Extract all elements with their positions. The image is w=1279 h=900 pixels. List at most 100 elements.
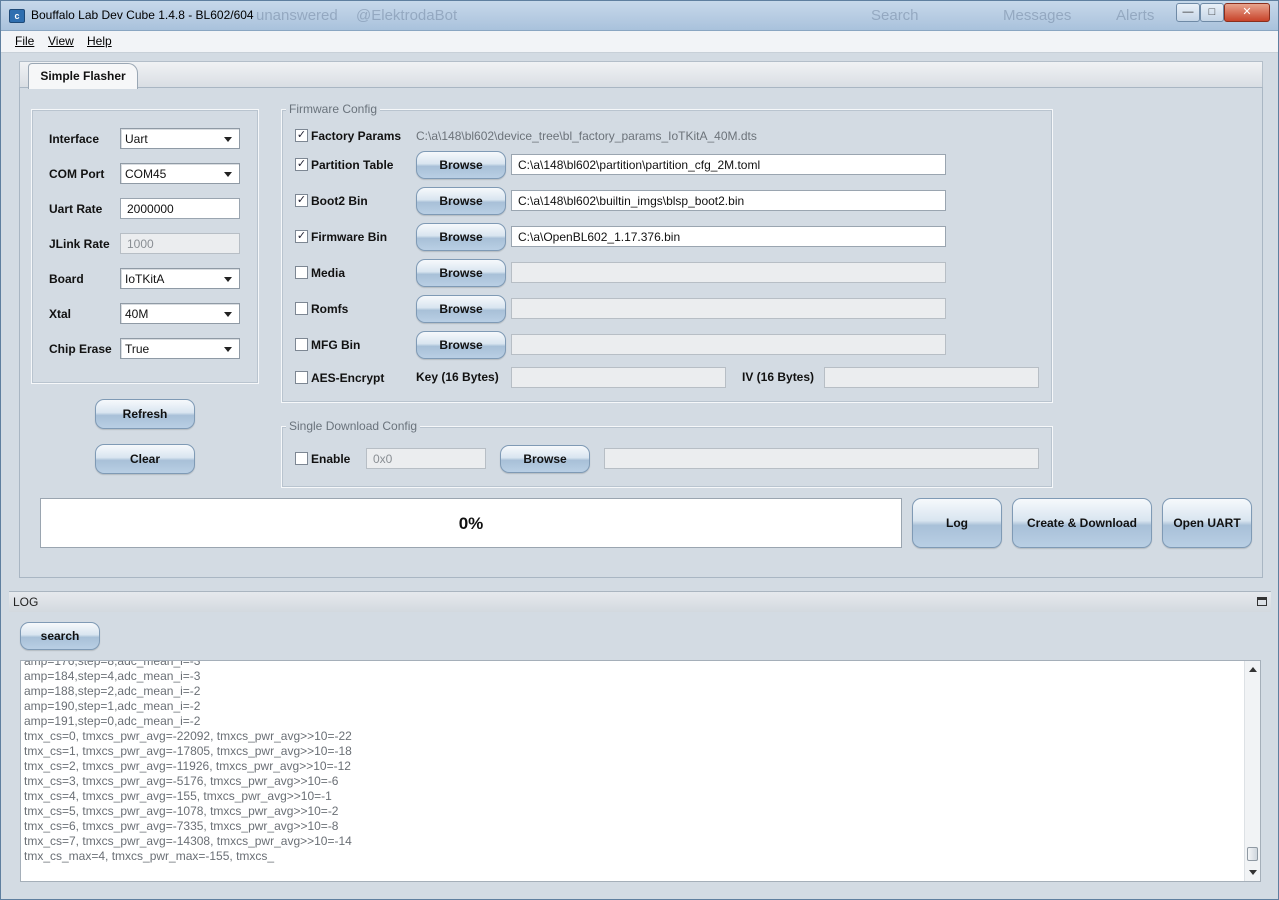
mfg-bin-path-input <box>511 334 946 355</box>
ghost-text: Alerts <box>1116 7 1155 24</box>
romfs-checkbox[interactable] <box>295 302 308 315</box>
title-bar[interactable]: c Bouffalo Lab Dev Cube 1.4.8 - BL602/60… <box>1 1 1278 31</box>
restore-icon[interactable] <box>1257 597 1267 606</box>
log-line: tmx_cs=1, tmxcs_pwr_avg=-17805, tmxcs_pw… <box>24 744 352 758</box>
single-download-title: Single Download Config <box>286 419 421 433</box>
maximize-button[interactable]: □ <box>1200 3 1224 22</box>
partition-table-checkbox[interactable]: ✓ <box>295 158 308 171</box>
log-output[interactable]: amp=176,step=8,adc_mean_i=-3 amp=184,step… <box>20 660 1261 882</box>
firmware-config-title: Firmware Config <box>286 102 381 116</box>
log-line: amp=190,step=1,adc_mean_i=-2 <box>24 699 201 713</box>
app-icon: c <box>9 9 25 23</box>
romfs-path-input <box>511 298 946 319</box>
mfg-bin-label: MFG Bin <box>311 338 361 352</box>
single-download-enable-checkbox[interactable] <box>295 452 308 465</box>
tab-strip <box>19 61 1263 88</box>
log-line: tmx_cs=3, tmxcs_pwr_avg=-5176, tmxcs_pwr… <box>24 774 339 788</box>
xtal-label: Xtal <box>49 307 72 321</box>
romfs-label: Romfs <box>311 302 349 316</box>
log-line: tmx_cs_max=4, tmxcs_pwr_max=-155, tmxcs_ <box>24 849 275 863</box>
chevron-down-icon <box>224 172 232 177</box>
mfg-bin-browse-button[interactable]: Browse <box>416 331 506 359</box>
create-download-button[interactable]: Create & Download <box>1012 498 1152 548</box>
aes-encrypt-checkbox[interactable] <box>295 371 308 384</box>
chip-erase-value: True <box>125 342 150 356</box>
scroll-up-icon[interactable] <box>1249 667 1257 672</box>
boot2-bin-label: Boot2 Bin <box>311 194 368 208</box>
chip-erase-label: Chip Erase <box>49 342 112 356</box>
menu-file[interactable]: File <box>15 34 34 48</box>
single-download-browse-button[interactable]: Browse <box>500 445 590 473</box>
aes-key-label: Key (16 Bytes) <box>416 370 499 384</box>
tab-simple-flasher[interactable]: Simple Flasher <box>28 63 138 89</box>
mfg-bin-checkbox[interactable] <box>295 338 308 351</box>
factory-params-checkbox[interactable]: ✓ <box>295 129 308 142</box>
log-line: amp=176,step=8,adc_mean_i=-3 <box>24 660 201 668</box>
firmware-bin-label: Firmware Bin <box>311 230 388 244</box>
partition-table-browse-button[interactable]: Browse <box>416 151 506 179</box>
aes-iv-input <box>824 367 1039 388</box>
boot2-bin-checkbox[interactable]: ✓ <box>295 194 308 207</box>
boot2-bin-path-input[interactable]: C:\a\148\bl602\builtin_imgs\blsp_boot2.b… <box>511 190 946 211</box>
firmware-bin-path-input[interactable]: C:\a\OpenBL602_1.17.376.bin <box>511 226 946 247</box>
ghost-text: unanswered <box>256 7 338 24</box>
log-line: tmx_cs=0, tmxcs_pwr_avg=-22092, tmxcs_pw… <box>24 729 352 743</box>
interface-select[interactable]: Uart <box>120 128 240 149</box>
log-scrollbar[interactable] <box>1244 661 1260 881</box>
menu-bar: File View Help <box>1 31 1278 53</box>
board-label: Board <box>49 272 84 286</box>
media-checkbox[interactable] <box>295 266 308 279</box>
media-browse-button[interactable]: Browse <box>416 259 506 287</box>
menu-help[interactable]: Help <box>87 34 112 48</box>
scroll-down-icon[interactable] <box>1249 870 1257 875</box>
xtal-select[interactable]: 40M <box>120 303 240 324</box>
log-button[interactable]: Log <box>912 498 1002 548</box>
firmware-bin-browse-button[interactable]: Browse <box>416 223 506 251</box>
aes-iv-label: IV (16 Bytes) <box>742 370 815 384</box>
single-download-address-input: 0x0 <box>366 448 486 469</box>
single-download-enable-label: Enable <box>311 452 351 466</box>
log-line: tmx_cs=6, tmxcs_pwr_avg=-7335, tmxcs_pwr… <box>24 819 339 833</box>
log-line: tmx_cs=5, tmxcs_pwr_avg=-1078, tmxcs_pwr… <box>24 804 339 818</box>
log-line: amp=184,step=4,adc_mean_i=-3 <box>24 669 201 683</box>
close-button[interactable]: ✕ <box>1224 3 1270 22</box>
log-line: amp=191,step=0,adc_mean_i=-2 <box>24 714 201 728</box>
single-download-path-input <box>604 448 1039 469</box>
uart-rate-label: Uart Rate <box>49 202 103 216</box>
progress-bar: 0% <box>40 498 902 548</box>
uart-rate-input[interactable]: 2000000 <box>120 198 240 219</box>
minimize-button[interactable]: — <box>1176 3 1200 22</box>
log-lines: amp=176,step=8,adc_mean_i=-3 amp=184,step… <box>24 660 352 864</box>
romfs-browse-button[interactable]: Browse <box>416 295 506 323</box>
open-uart-button[interactable]: Open UART <box>1162 498 1252 548</box>
window-title: Bouffalo Lab Dev Cube 1.4.8 - BL602/604 <box>31 8 254 22</box>
interface-value: Uart <box>125 132 148 146</box>
ghost-text: Search <box>871 7 919 24</box>
jlink-rate-input: 1000 <box>120 233 240 254</box>
clear-button[interactable]: Clear <box>95 444 195 474</box>
log-line: tmx_cs=4, tmxcs_pwr_avg=-155, tmxcs_pwr_… <box>24 789 332 803</box>
log-title: LOG <box>13 595 39 609</box>
menu-view[interactable]: View <box>48 34 74 48</box>
log-search-button[interactable]: search <box>20 622 100 650</box>
log-line: amp=188,step=2,adc_mean_i=-2 <box>24 684 201 698</box>
refresh-button[interactable]: Refresh <box>95 399 195 429</box>
ghost-text: Messages <box>1003 7 1072 24</box>
chevron-down-icon <box>224 277 232 282</box>
ghost-text: @ElektrodaBot <box>356 7 458 24</box>
log-dock-header: LOG <box>9 591 1271 612</box>
board-value: IoTKitA <box>125 272 165 286</box>
chip-erase-select[interactable]: True <box>120 338 240 359</box>
media-path-input <box>511 262 946 283</box>
jlink-rate-label: JLink Rate <box>49 237 110 251</box>
firmware-bin-checkbox[interactable]: ✓ <box>295 230 308 243</box>
partition-table-path-input[interactable]: C:\a\148\bl602\partition\partition_cfg_2… <box>511 154 946 175</box>
xtal-value: 40M <box>125 307 149 321</box>
aes-encrypt-label: AES-Encrypt <box>311 371 385 385</box>
boot2-bin-browse-button[interactable]: Browse <box>416 187 506 215</box>
partition-table-label: Partition Table <box>311 158 394 172</box>
chevron-down-icon <box>224 137 232 142</box>
com-port-select[interactable]: COM45 <box>120 163 240 184</box>
scroll-thumb[interactable] <box>1247 847 1258 861</box>
board-select[interactable]: IoTKitA <box>120 268 240 289</box>
